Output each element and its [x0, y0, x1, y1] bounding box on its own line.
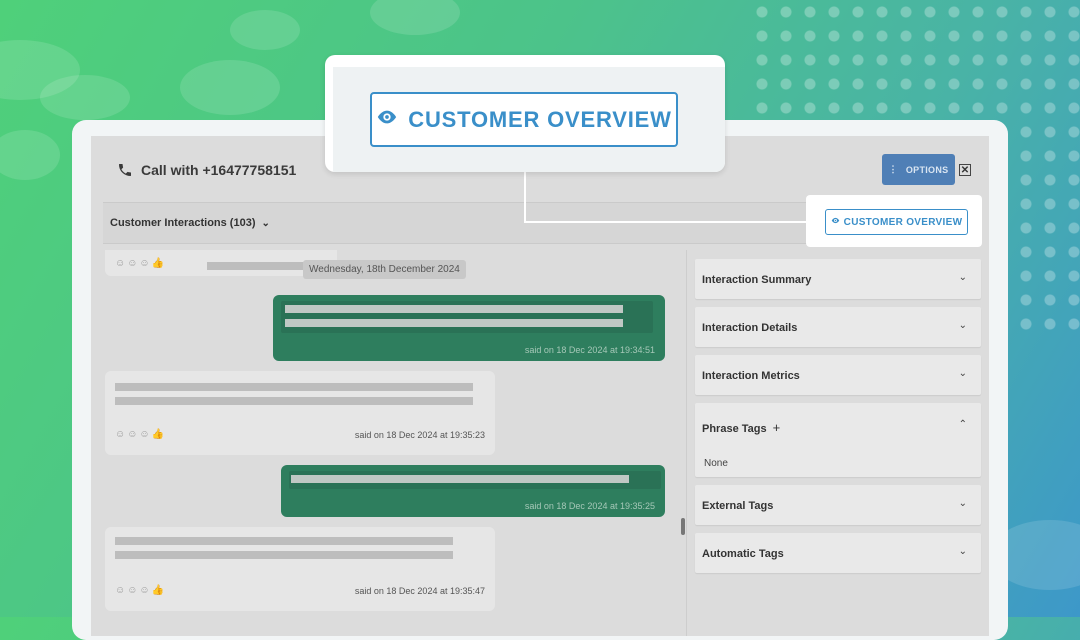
chevron-down-icon: ⌄: [958, 272, 967, 283]
phrase-tags-label: Phrase Tags: [702, 423, 767, 435]
kebab-icon: ⋮: [888, 164, 898, 174]
chat-thread: ☺☺☺👍 Wednesday, 18th December 2024 said …: [103, 250, 687, 636]
scrollbar-thumb[interactable]: [681, 518, 685, 535]
message-timestamp: said on 18 Dec 2024 at 19:35:25: [524, 501, 655, 511]
close-button[interactable]: ✕: [959, 164, 971, 176]
redacted-text: [285, 319, 623, 327]
customer-overview-button-zoomed[interactable]: CUSTOMER OVERVIEW: [370, 92, 678, 147]
redacted-text: [115, 397, 473, 405]
interactions-label: Customer Interactions (103): [110, 217, 256, 229]
eye-icon: [376, 106, 398, 134]
redacted-text: [115, 551, 453, 559]
reaction-icons[interactable]: ☺☺☺👍: [115, 585, 166, 596]
message-incoming: ☺☺☺👍 said on 18 Dec 2024 at 19:35:23: [105, 371, 495, 455]
accordion-title: Phrase Tags +: [702, 420, 780, 435]
message-incoming: ☺☺☺👍 said on 18 Dec 2024 at 19:35:47: [105, 527, 495, 611]
chevron-down-icon: ⌄: [958, 546, 967, 557]
options-button[interactable]: ⋮ OPTIONS: [882, 154, 955, 185]
bg-blob: [370, 0, 460, 35]
accordion-automatic-tags[interactable]: Automatic Tags ⌄: [695, 533, 981, 573]
accordion-phrase-tags[interactable]: Phrase Tags + ⌃ None: [695, 403, 981, 477]
accordion-title: Automatic Tags: [702, 548, 784, 560]
accordion-title: Interaction Details: [702, 322, 798, 334]
redacted-text: [115, 537, 453, 545]
redacted-text: [285, 305, 623, 313]
message-outgoing: said on 18 Dec 2024 at 19:35:25: [281, 465, 665, 517]
accordion-interaction-summary[interactable]: Interaction Summary ⌄: [695, 259, 981, 299]
chevron-down-icon: ⌄: [958, 498, 967, 509]
callout-connector: [524, 170, 526, 223]
message-timestamp: said on 18 Dec 2024 at 19:35:47: [354, 586, 485, 596]
bg-blob: [40, 75, 130, 120]
phone-icon: [119, 164, 131, 176]
accordion-interaction-metrics[interactable]: Interaction Metrics ⌄: [695, 355, 981, 395]
accordion-title: External Tags: [702, 500, 774, 512]
date-chip: Wednesday, 18th December 2024: [303, 260, 466, 279]
reaction-icons[interactable]: ☺☺☺👍: [115, 258, 166, 269]
chevron-down-icon: ⌄: [261, 218, 270, 229]
bg-blob: [0, 130, 60, 180]
accordion-interaction-details[interactable]: Interaction Details ⌄: [695, 307, 981, 347]
close-icon: ✕: [960, 165, 970, 176]
chevron-down-icon: ⌄: [958, 320, 967, 331]
accordion-external-tags[interactable]: External Tags ⌄: [695, 485, 981, 525]
chevron-down-icon: ⌄: [958, 368, 967, 379]
message-timestamp: said on 18 Dec 2024 at 19:35:23: [354, 430, 485, 440]
message-timestamp: said on 18 Dec 2024 at 19:34:51: [524, 345, 655, 355]
redacted-text: [115, 383, 473, 391]
customer-overview-label: CUSTOMER OVERVIEW: [408, 106, 672, 132]
options-label: OPTIONS: [905, 164, 949, 175]
message-outgoing: said on 18 Dec 2024 at 19:34:51: [273, 295, 665, 361]
bg-blob: [230, 10, 300, 50]
callout-connector: [524, 221, 808, 223]
accordion-title: Interaction Metrics: [702, 370, 800, 382]
bg-blob: [180, 60, 280, 115]
redacted-text: [207, 262, 317, 270]
redacted-text: [291, 475, 629, 483]
reaction-icons[interactable]: ☺☺☺👍: [115, 429, 166, 440]
customer-overview-button[interactable]: CUSTOMER OVERVIEW: [825, 209, 968, 235]
eye-icon: [831, 216, 840, 228]
chevron-up-icon: ⌃: [958, 419, 967, 430]
customer-overview-label: CUSTOMER OVERVIEW: [843, 216, 963, 228]
plus-icon[interactable]: +: [773, 420, 781, 435]
call-title: Call with +16477758151: [141, 162, 297, 178]
phrase-tags-value: None: [704, 458, 728, 469]
accordion-title: Interaction Summary: [702, 274, 812, 286]
interactions-dropdown[interactable]: Customer Interactions (103) ⌄: [110, 217, 270, 229]
